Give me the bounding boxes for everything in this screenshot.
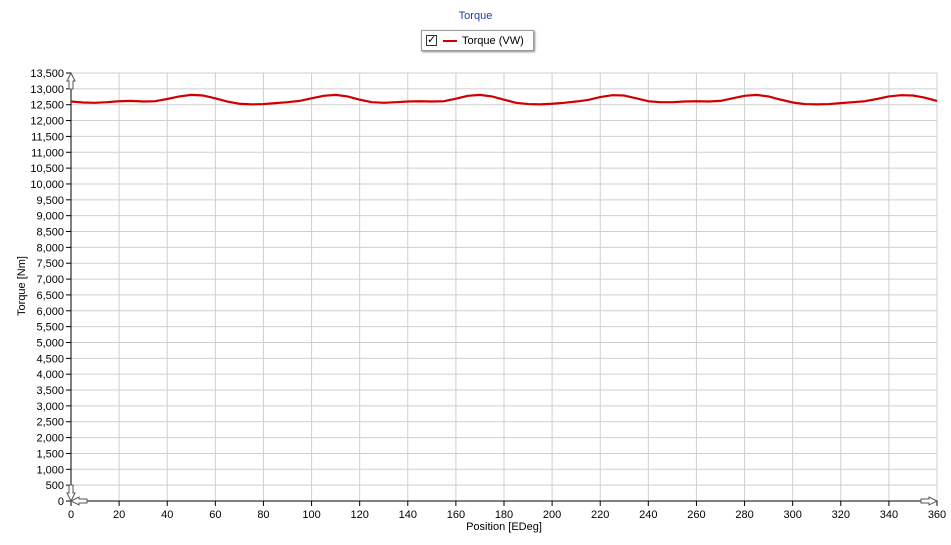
x-tick-label: 0 bbox=[68, 509, 74, 521]
y-tick-label: 12,500 bbox=[30, 100, 64, 112]
y-tick-label: 13,500 bbox=[30, 68, 64, 80]
chart-canvas: 0 500 1,000 1,500 2,000 2,500 3,000 3,500 4,000 4… bbox=[30, 68, 946, 521]
y-tick-label: 2,500 bbox=[36, 417, 64, 429]
y-tick-label: 3,500 bbox=[36, 385, 64, 397]
y-tick-label: 1,500 bbox=[36, 448, 64, 460]
x-tick-label: 120 bbox=[350, 509, 368, 521]
y-tick-label: 0 bbox=[58, 496, 64, 508]
chart-legend: ✓ Torque (VW) bbox=[421, 30, 534, 51]
x-tick-label: 160 bbox=[447, 509, 465, 521]
y-tick-label: 7,000 bbox=[36, 274, 64, 286]
x-tick-label: 340 bbox=[880, 509, 898, 521]
y-axis-min-handle[interactable] bbox=[66, 484, 76, 503]
x-tick-label: 20 bbox=[113, 509, 125, 521]
y-tick-label: 9,000 bbox=[36, 211, 64, 223]
axis-layer bbox=[66, 72, 938, 506]
y-tick-label: 12,000 bbox=[30, 116, 64, 128]
y-tick-label: 8,500 bbox=[36, 227, 64, 239]
x-tick-label: 60 bbox=[209, 509, 221, 521]
legend-checkbox[interactable]: ✓ bbox=[426, 34, 437, 46]
y-tick-label: 3,000 bbox=[36, 401, 64, 413]
y-tick-label: 5,000 bbox=[36, 337, 64, 349]
y-tick-label: 13,000 bbox=[30, 84, 64, 96]
x-tick-label: 360 bbox=[928, 509, 946, 521]
x-tick-label: 100 bbox=[302, 509, 320, 521]
x-tick-label: 260 bbox=[687, 509, 705, 521]
x-tick-label: 80 bbox=[257, 509, 269, 521]
y-axis-max-handle[interactable] bbox=[66, 71, 76, 90]
y-tick-label: 500 bbox=[46, 480, 64, 492]
x-tick-label: 320 bbox=[832, 509, 850, 521]
y-tick-label: 4,000 bbox=[36, 369, 64, 381]
y-tick-label: 1,000 bbox=[36, 464, 64, 476]
y-axis-label: Torque [Nm] bbox=[16, 256, 28, 316]
x-tick-label: 180 bbox=[495, 509, 513, 521]
y-tick-label: 10,500 bbox=[30, 163, 64, 175]
grid-layer bbox=[71, 72, 938, 501]
x-tick-label: 200 bbox=[543, 509, 561, 521]
y-tick-label: 5,500 bbox=[36, 322, 64, 334]
y-tick-label: 6,500 bbox=[36, 290, 64, 302]
x-tick-label: 140 bbox=[399, 509, 417, 521]
x-axis-max-handle[interactable] bbox=[920, 496, 939, 506]
y-tick-label: 6,000 bbox=[36, 306, 64, 318]
legend-label: Torque (VW) bbox=[462, 35, 524, 47]
y-tick-label: 2,000 bbox=[36, 433, 64, 445]
x-tick-label: 280 bbox=[735, 509, 753, 521]
torque-chart: 0 500 1,000 1,500 2,000 2,500 3,000 3,500 4,000 4… bbox=[0, 0, 951, 545]
x-tick-label: 300 bbox=[783, 509, 801, 521]
axis-scroll-handles[interactable] bbox=[66, 71, 939, 506]
y-tick-label: 11,500 bbox=[31, 131, 64, 143]
y-tick-label: 11,000 bbox=[31, 147, 64, 159]
x-axis-min-handle[interactable] bbox=[69, 496, 88, 506]
chart-title: Torque bbox=[458, 10, 493, 22]
x-tick-label: 220 bbox=[591, 509, 609, 521]
y-tick-label: 10,000 bbox=[30, 179, 64, 191]
x-tick-label: 40 bbox=[161, 509, 173, 521]
y-tick-label: 8,000 bbox=[36, 242, 64, 254]
y-tick-label: 7,500 bbox=[36, 258, 64, 270]
y-tick-label: 9,500 bbox=[36, 195, 64, 207]
check-icon: ✓ bbox=[427, 34, 437, 46]
x-axis-label: Position [EDeg] bbox=[466, 521, 542, 533]
legend-line-swatch bbox=[443, 40, 457, 42]
y-tick-label: 4,500 bbox=[36, 353, 64, 365]
x-tick-label: 240 bbox=[639, 509, 657, 521]
